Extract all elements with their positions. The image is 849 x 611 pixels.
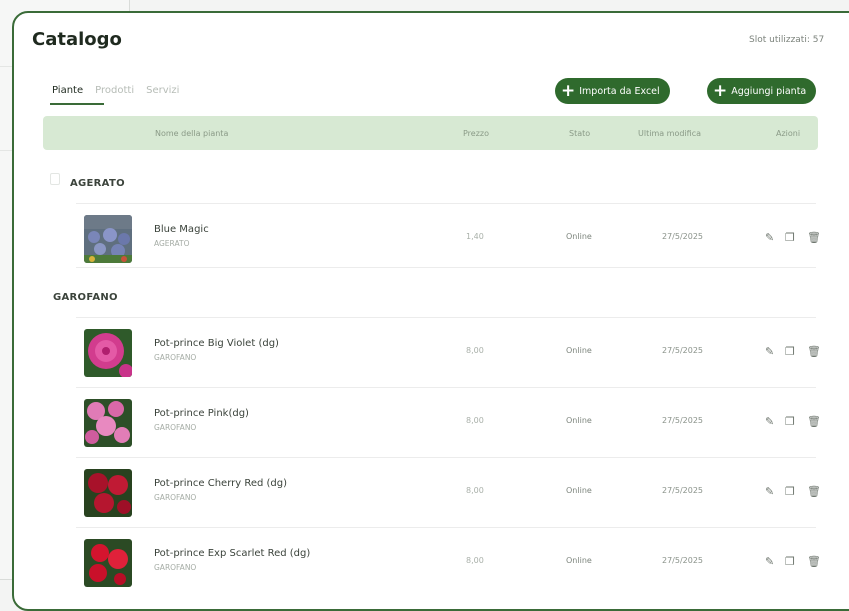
plant-category: GAROFANO — [154, 563, 197, 572]
pencil-icon[interactable]: ✎ — [765, 231, 774, 244]
plus-icon: + — [561, 80, 576, 101]
tab-prodotti[interactable]: Prodotti — [95, 85, 134, 96]
table-row[interactable]: Pot-prince Pink(dg) GAROFANO 8,00 Online… — [14, 397, 849, 449]
copy-icon[interactable]: ❐ — [785, 231, 795, 244]
table-row[interactable]: Pot-prince Cherry Red (dg) GAROFANO 8,00… — [14, 467, 849, 519]
pencil-icon[interactable]: ✎ — [765, 345, 774, 358]
import-excel-button[interactable]: + Importa da Excel — [555, 78, 670, 104]
plant-price: 8,00 — [466, 556, 484, 565]
row-divider — [76, 457, 816, 458]
trash-icon[interactable]: 🗑 — [807, 231, 821, 244]
trash-icon[interactable]: 🗑 — [807, 415, 821, 428]
plant-state: Online — [566, 416, 592, 425]
plant-thumbnail — [84, 329, 132, 377]
table-header: Nome della pianta Prezzo Stato Ultima mo… — [43, 116, 818, 150]
plant-name: Pot-prince Cherry Red (dg) — [154, 478, 288, 489]
plant-thumbnail — [84, 215, 132, 263]
copy-icon[interactable]: ❐ — [785, 415, 795, 428]
catalog-panel: Catalogo Slot utilizzati: 57 Piante Prod… — [12, 11, 849, 611]
plant-name: Pot-prince Pink(dg) — [154, 408, 249, 419]
plant-state: Online — [566, 232, 592, 241]
trash-icon[interactable]: 🗑 — [807, 555, 821, 568]
plant-thumbnail — [84, 399, 132, 447]
row-divider — [76, 267, 816, 268]
copy-icon[interactable]: ❐ — [785, 345, 795, 358]
trash-icon[interactable]: 🗑 — [807, 485, 821, 498]
table-row[interactable]: Blue Magic AGERATO 1,40 Online 27/5/2025… — [14, 213, 849, 265]
trash-icon[interactable]: 🗑 — [807, 345, 821, 358]
plant-last-modified: 27/5/2025 — [662, 556, 704, 565]
group-divider — [76, 203, 816, 204]
add-plant-label: Aggiungi pianta — [731, 85, 807, 97]
page-title: Catalogo — [32, 29, 122, 50]
column-header-state[interactable]: Stato — [569, 129, 590, 138]
plant-category: GAROFANO — [154, 423, 197, 432]
plant-state: Online — [566, 556, 592, 565]
column-header-actions: Azioni — [776, 129, 801, 138]
pencil-icon[interactable]: ✎ — [765, 485, 774, 498]
row-divider — [76, 387, 816, 388]
group-divider — [76, 317, 816, 318]
pencil-icon[interactable]: ✎ — [765, 415, 774, 428]
plant-last-modified: 27/5/2025 — [662, 232, 704, 241]
plant-price: 8,00 — [466, 486, 484, 495]
group-label-garofano: GAROFANO — [53, 292, 118, 303]
import-excel-label: Importa da Excel — [579, 85, 660, 97]
pencil-icon[interactable]: ✎ — [765, 555, 774, 568]
plant-price: 8,00 — [466, 346, 484, 355]
plant-price: 1,40 — [466, 232, 484, 241]
copy-icon[interactable]: ❐ — [785, 485, 795, 498]
plant-name: Pot-prince Big Violet (dg) — [154, 338, 279, 349]
plant-category: GAROFANO — [154, 493, 197, 502]
tab-piante[interactable]: Piante — [52, 85, 83, 96]
plant-category: GAROFANO — [154, 353, 197, 362]
plant-thumbnail — [84, 539, 132, 587]
plant-state: Online — [566, 346, 592, 355]
column-header-last-modified[interactable]: Ultima modifica — [638, 129, 701, 138]
copy-icon[interactable]: ❐ — [785, 555, 795, 568]
plant-last-modified: 27/5/2025 — [662, 416, 704, 425]
tab-servizi[interactable]: Servizi — [146, 85, 179, 96]
tab-bar: Piante Prodotti Servizi — [52, 85, 179, 96]
group-label-agerato: AGERATO — [70, 178, 125, 189]
active-tab-indicator — [50, 103, 104, 105]
slot-usage-label: Slot utilizzati: 57 — [749, 35, 825, 45]
column-header-price[interactable]: Prezzo — [463, 129, 489, 138]
plant-last-modified: 27/5/2025 — [662, 486, 704, 495]
plant-name: Pot-prince Exp Scarlet Red (dg) — [154, 548, 311, 559]
plant-state: Online — [566, 486, 592, 495]
plant-price: 8,00 — [466, 416, 484, 425]
plant-last-modified: 27/5/2025 — [662, 346, 704, 355]
row-divider — [76, 527, 816, 528]
add-plant-button[interactable]: + Aggiungi pianta — [707, 78, 817, 104]
plus-icon: + — [713, 80, 728, 101]
column-header-name[interactable]: Nome della pianta — [155, 129, 228, 138]
group-checkbox[interactable] — [50, 173, 60, 185]
table-row[interactable]: Pot-prince Exp Scarlet Red (dg) GAROFANO… — [14, 537, 849, 589]
plant-category: AGERATO — [154, 239, 190, 248]
plant-thumbnail — [84, 469, 132, 517]
table-row[interactable]: Pot-prince Big Violet (dg) GAROFANO 8,00… — [14, 327, 849, 379]
plant-name: Blue Magic — [154, 224, 209, 235]
